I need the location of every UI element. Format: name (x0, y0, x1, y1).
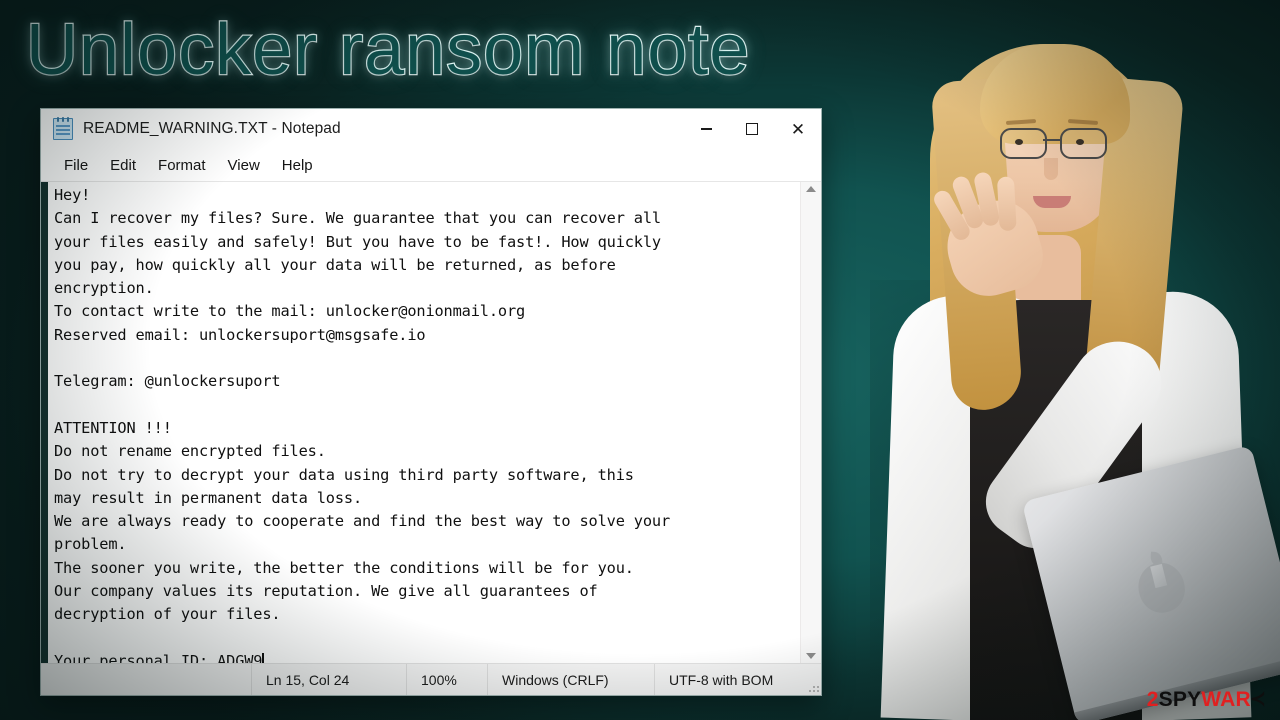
menu-item-edit[interactable]: Edit (99, 154, 147, 177)
scroll-down-icon[interactable] (806, 653, 816, 659)
ransom-note-text: Hey! Can I recover my files? Sure. We gu… (54, 186, 671, 663)
menu-item-format[interactable]: Format (147, 154, 217, 177)
watermark-part-3: WAR (1201, 688, 1251, 711)
status-encoding: UTF-8 with BOM (654, 664, 805, 695)
editor-area: Hey! Can I recover my files? Sure. We gu… (41, 181, 821, 663)
watermark-part-1: 2 (1146, 688, 1159, 711)
notepad-icon (53, 117, 73, 140)
screenshot-stage: Unlocker ransom note README_WARNING.TXT … (0, 0, 1280, 720)
editor-left-edge (41, 182, 48, 663)
window-controls: ✕ (683, 109, 821, 149)
menu-item-help[interactable]: Help (271, 154, 324, 177)
status-line-ending: Windows (CRLF) (487, 664, 654, 695)
ransom-note-textarea[interactable]: Hey! Can I recover my files? Sure. We gu… (48, 182, 800, 663)
maximize-button[interactable] (729, 109, 775, 149)
menu-item-view[interactable]: View (217, 154, 271, 177)
window-titlebar[interactable]: README_WARNING.TXT - Notepad ✕ (41, 109, 821, 149)
page-title: Unlocker ransom note (25, 10, 751, 90)
status-cursor-position: Ln 15, Col 24 (251, 664, 406, 695)
scroll-up-icon[interactable] (806, 186, 816, 192)
resize-grip-icon[interactable] (805, 690, 819, 692)
status-bar: Ln 15, Col 24 100% Windows (CRLF) UTF-8 … (41, 663, 821, 695)
status-spacer (41, 664, 251, 695)
vertical-scrollbar[interactable] (800, 182, 821, 663)
minimize-button[interactable] (683, 109, 729, 149)
watermark-chevron-icon: ≺ (1249, 689, 1266, 710)
text-caret (262, 652, 264, 663)
menu-bar: File Edit Format View Help (41, 149, 821, 181)
close-icon: ✕ (790, 119, 806, 139)
notepad-window: README_WARNING.TXT - Notepad ✕ File Edit… (40, 108, 822, 696)
menu-item-file[interactable]: File (53, 154, 99, 177)
close-button[interactable]: ✕ (775, 109, 821, 149)
watermark-part-2: SPY (1158, 688, 1202, 711)
status-zoom-level: 100% (406, 664, 487, 695)
watermark-2spyware: 2 SPY WAR ≺ (1147, 689, 1266, 710)
window-title-text: README_WARNING.TXT - Notepad (83, 120, 341, 137)
